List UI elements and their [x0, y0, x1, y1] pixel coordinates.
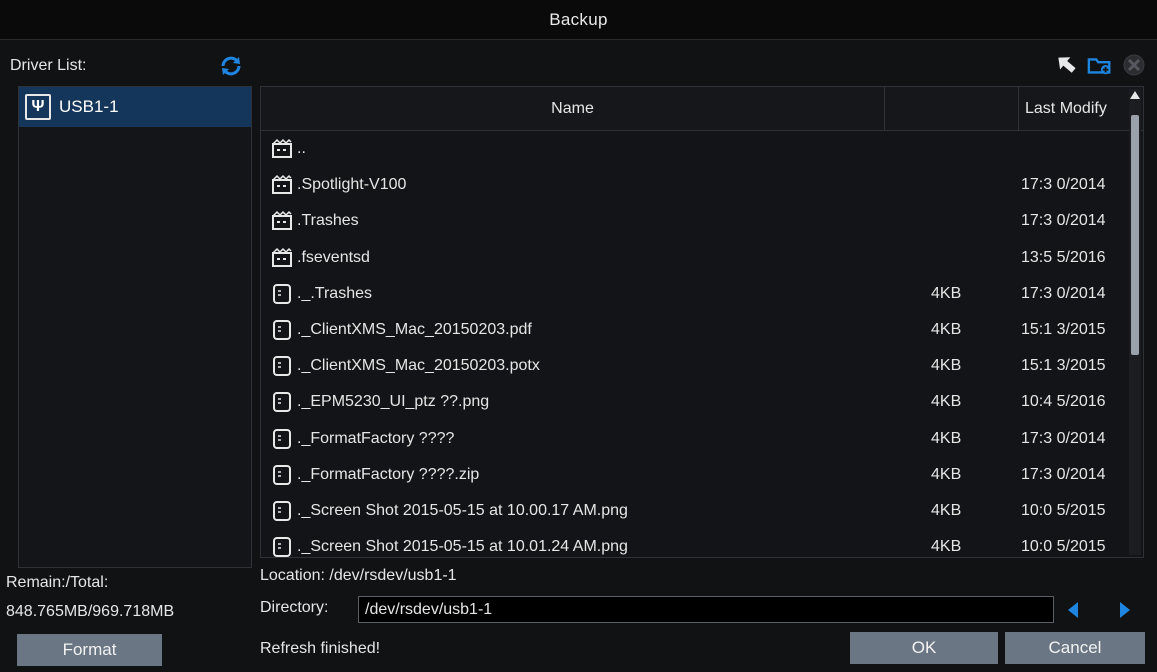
file-modified: 5/2015 10:0 [1021, 501, 1106, 519]
file-modified: 0/2014 17:3 [1021, 429, 1106, 447]
file-size: 4KB [931, 357, 962, 375]
file-icon [273, 283, 291, 304]
storage-label: Remain:/Total: [6, 574, 109, 591]
file-size: 4KB [931, 429, 962, 447]
new-folder-icon[interactable] [1087, 52, 1113, 78]
file-icon [273, 319, 291, 340]
scroll-thumb[interactable] [1131, 115, 1139, 355]
folder-icon [272, 138, 292, 158]
driver-list-header: Driver List: [6, 48, 250, 84]
file-modified: 0/2014 17:3 [1021, 465, 1106, 483]
table-row[interactable]: .fseventsd 5/2016 13:5 [261, 240, 1129, 276]
file-icon [273, 500, 291, 521]
file-icon [273, 428, 291, 449]
storage-value: 848.765MB/969.718MB [6, 603, 175, 620]
cancel-button[interactable]: Cancel [1005, 632, 1145, 664]
table-row[interactable]: ._Screen Shot 2015-05-15 at 10.01.24 AM.… [261, 529, 1129, 557]
ok-button[interactable]: OK [850, 632, 998, 664]
file-modified: 0/2014 17:3 [1021, 284, 1106, 302]
file-name: ._.Trashes [297, 284, 372, 302]
file-modified: 5/2015 10:0 [1021, 538, 1106, 556]
file-name: ._FormatFactory ???? [297, 429, 455, 447]
file-icon [273, 356, 291, 377]
file-name: ._ClientXMS_Mac_20150203.pdf [297, 320, 532, 338]
folder-icon [272, 175, 292, 195]
file-name: ._EPM5230_UI_ptz ??.png [297, 393, 490, 411]
file-size: 4KB [931, 465, 962, 483]
driver-item-usb1-1[interactable]: Ψ USB1-1 [19, 87, 251, 127]
directory-label: Directory: [260, 599, 329, 616]
file-modified: 3/2015 15:1 [1021, 320, 1106, 338]
table-row[interactable]: .Spotlight-V100 0/2014 17:3 [261, 167, 1129, 203]
location-text: Location: /dev/rsdev/usb1-1 [260, 567, 457, 584]
file-icon [273, 464, 291, 485]
file-name: .fseventsd [297, 248, 370, 266]
directory-input[interactable] [358, 596, 1054, 623]
table-row[interactable]: ._.Trashes 4KB 0/2014 17:3 [261, 276, 1129, 312]
table-row[interactable]: ._FormatFactory ???? 4KB 0/2014 17:3 [261, 421, 1129, 457]
delete-icon[interactable] [1121, 52, 1147, 78]
file-size: 4KB [931, 284, 962, 302]
file-name: .Trashes [297, 212, 359, 230]
driver-list: Ψ USB1-1 [18, 86, 252, 568]
file-size: 4KB [931, 501, 962, 519]
previous-arrow-icon[interactable] [1062, 598, 1086, 622]
file-rows: .. .Spotlight-V100 0/2014 17:3 .Trashes … [261, 131, 1129, 557]
next-arrow-icon[interactable] [1112, 598, 1136, 622]
backup-dialog: Backup Driver List: Ψ USB1-1 Name Last M… [0, 0, 1157, 672]
table-row[interactable]: .Trashes 0/2014 17:3 [261, 203, 1129, 239]
scroll-up-icon[interactable] [1129, 89, 1141, 101]
refresh-icon[interactable] [218, 53, 244, 79]
file-list: Name Last Modify .. .Spotlight-V100 0/20… [260, 86, 1144, 558]
table-row[interactable]: ._EPM5230_UI_ptz ??.png 4KB 5/2016 10:4 [261, 384, 1129, 420]
table-row[interactable]: ._Screen Shot 2015-05-15 at 10.00.17 AM.… [261, 493, 1129, 529]
table-row[interactable]: ._ClientXMS_Mac_20150203.potx 4KB 3/2015… [261, 348, 1129, 384]
file-name: ._Screen Shot 2015-05-15 at 10.00.17 AM.… [297, 501, 628, 519]
file-name: .. [297, 140, 306, 157]
file-modified: 0/2014 17:3 [1021, 212, 1106, 230]
file-name: ._FormatFactory ????.zip [297, 465, 480, 483]
file-modified [1019, 131, 1129, 167]
status-text: Refresh finished! [260, 640, 381, 657]
file-size: 4KB [931, 538, 962, 556]
column-header-last-modify[interactable]: Last Modify [1019, 87, 1129, 131]
format-button[interactable]: Format [17, 634, 162, 666]
file-name: .Spotlight-V100 [297, 176, 407, 194]
file-modified: 5/2016 13:5 [1021, 248, 1106, 266]
column-header-size[interactable] [885, 87, 1019, 131]
file-modified: 0/2014 17:3 [1021, 176, 1106, 194]
driver-list-label: Driver List: [10, 57, 87, 74]
file-modified: 3/2015 15:1 [1021, 357, 1106, 375]
file-size: 4KB [931, 393, 962, 411]
window-title: Backup [549, 9, 608, 29]
column-header-name[interactable]: Name [261, 87, 885, 131]
file-name: ._ClientXMS_Mac_20150203.potx [297, 357, 540, 375]
file-toolbar [1053, 52, 1147, 78]
table-row[interactable]: .. [261, 131, 1129, 167]
title-bar: Backup [0, 0, 1157, 40]
file-size: 4KB [931, 320, 962, 338]
vertical-scrollbar[interactable] [1129, 89, 1141, 555]
table-row[interactable]: ._ClientXMS_Mac_20150203.pdf 4KB 3/2015 … [261, 312, 1129, 348]
folder-icon [272, 211, 292, 231]
file-table-header: Name Last Modify [261, 87, 1143, 131]
file-name: ._Screen Shot 2015-05-15 at 10.01.24 AM.… [297, 538, 628, 556]
file-modified: 5/2016 10:4 [1021, 393, 1106, 411]
folder-icon [272, 247, 292, 267]
file-icon [273, 392, 291, 413]
back-arrow-icon[interactable] [1053, 52, 1079, 78]
driver-item-label: USB1-1 [59, 97, 119, 116]
file-icon [273, 537, 291, 557]
table-row[interactable]: ._FormatFactory ????.zip 4KB 0/2014 17:3 [261, 457, 1129, 493]
usb-icon: Ψ [25, 94, 51, 120]
